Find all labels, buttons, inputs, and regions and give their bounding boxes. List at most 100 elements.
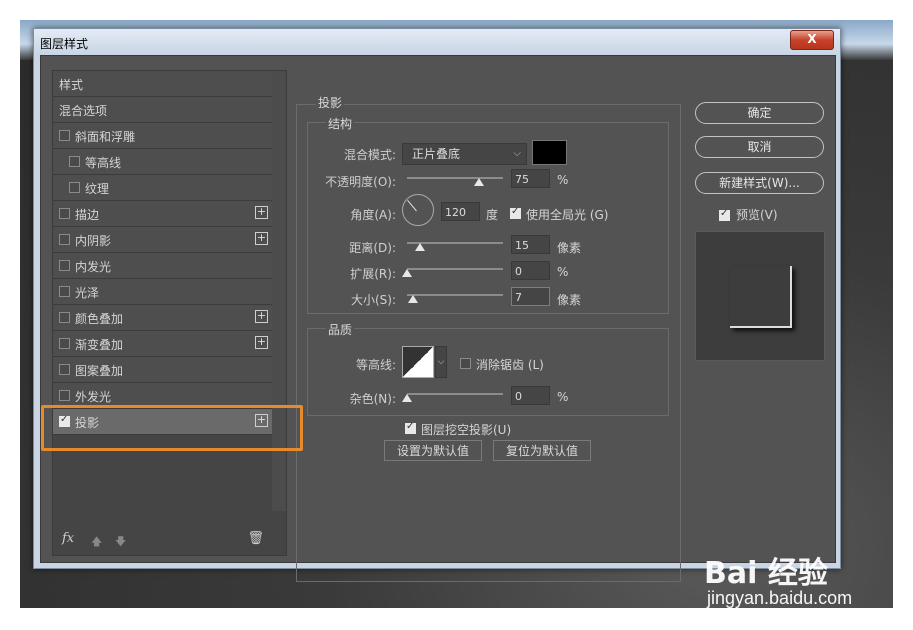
ok-button[interactable]: 确定 (695, 102, 824, 124)
preview-thumbnail (695, 231, 825, 361)
window-title: 图层样式 (40, 37, 89, 51)
add-effect-icon[interactable]: + (255, 232, 268, 245)
style-item-0[interactable]: 样式 (53, 71, 272, 97)
spread-input[interactable]: 0 (511, 261, 550, 280)
style-item-label: 渐变叠加 (75, 338, 124, 352)
add-effect-icon[interactable]: + (255, 336, 268, 349)
anti-alias-label: 消除锯齿 (L) (476, 358, 544, 372)
style-item-label: 斜面和浮雕 (75, 130, 136, 144)
new-style-button[interactable]: 新建样式(W)... (695, 172, 824, 194)
spread-slider-track[interactable] (407, 268, 503, 270)
selection-highlight (41, 405, 303, 451)
style-item-checkbox[interactable] (59, 312, 70, 323)
style-item-1[interactable]: 混合选项 (53, 97, 272, 123)
style-item-5[interactable]: 描边 + (53, 201, 272, 227)
distance-slider-thumb[interactable] (415, 243, 425, 251)
size-label: 大小(S): (350, 293, 396, 307)
distance-input[interactable]: 15 (511, 235, 550, 254)
style-item-checkbox[interactable] (69, 182, 80, 193)
style-item-3[interactable]: 等高线 (53, 149, 272, 175)
style-item-10[interactable]: 渐变叠加 + (53, 331, 272, 357)
style-item-checkbox[interactable] (69, 156, 80, 167)
preview-checkbox[interactable] (719, 208, 730, 221)
style-item-6[interactable]: 内阴影 + (53, 227, 272, 253)
knockout-checkbox[interactable] (405, 421, 416, 434)
opacity-unit: % (557, 173, 569, 187)
add-effect-icon[interactable]: + (255, 206, 268, 219)
style-item-2[interactable]: 斜面和浮雕 (53, 123, 272, 149)
style-item-checkbox[interactable] (59, 208, 70, 219)
contour-dropdown[interactable]: ⌵ (435, 346, 447, 378)
fx-icon[interactable]: fx (62, 531, 74, 546)
style-item-checkbox[interactable] (59, 234, 70, 245)
dialog-body: 样式 混合选项斜面和浮雕等高线纹理描边 + 内阴影 + 内发光光泽颜色叠加 + 渐变叠加 + 图案… (40, 55, 836, 582)
opacity-input[interactable]: 75 (511, 169, 550, 188)
global-light-label: 使用全局光 (G) (526, 208, 609, 222)
angle-input[interactable]: 120 (441, 202, 480, 221)
structure-title: 结构 (326, 115, 355, 132)
angle-dial[interactable] (402, 194, 434, 226)
style-item-11[interactable]: 图案叠加 (53, 357, 272, 383)
style-item-label: 内发光 (75, 260, 112, 274)
global-light-checkbox[interactable] (510, 206, 521, 219)
cancel-button[interactable]: 取消 (695, 136, 824, 158)
move-up-icon[interactable]: 🡅 (91, 533, 102, 552)
noise-unit: % (557, 390, 569, 404)
spread-unit: % (557, 265, 569, 279)
style-item-label: 光泽 (75, 286, 100, 300)
baidu-url: jingyan.baidu.com (707, 588, 853, 608)
preview-label: 预览(V) (736, 208, 778, 222)
style-item-label: 内阴影 (75, 234, 112, 248)
close-button[interactable]: X (790, 30, 834, 50)
opacity-slider-thumb[interactable] (474, 178, 484, 186)
style-item-checkbox[interactable] (59, 338, 70, 349)
style-item-label: 纹理 (85, 182, 110, 196)
opacity-label: 不透明度(O): (325, 175, 396, 189)
distance-unit: 像素 (557, 241, 582, 255)
style-item-checkbox[interactable] (59, 286, 70, 297)
title-bar[interactable]: 图层样式 X (34, 29, 840, 55)
quality-title: 品质 (326, 321, 355, 338)
style-item-8[interactable]: 光泽 (53, 279, 272, 305)
style-item-label: 图案叠加 (75, 364, 124, 378)
noise-slider-track[interactable] (407, 393, 503, 395)
add-effect-icon[interactable]: + (255, 310, 268, 323)
style-item-7[interactable]: 内发光 (53, 253, 272, 279)
opacity-slider-track[interactable] (407, 177, 503, 179)
style-item-checkbox[interactable] (59, 390, 70, 401)
noise-slider-thumb[interactable] (402, 394, 412, 402)
style-list-footer: fx 🡅 🡇 🗑 (53, 525, 272, 555)
spread-slider-thumb[interactable] (402, 269, 412, 277)
style-item-label: 颜色叠加 (75, 312, 124, 326)
style-item-4[interactable]: 纹理 (53, 175, 272, 201)
reset-default-button[interactable]: 复位为默认值 (493, 440, 591, 461)
contour-label: 等高线: (355, 358, 396, 372)
size-input[interactable]: 7 (511, 287, 550, 306)
blend-mode-value: 正片叠底 (412, 147, 461, 161)
angle-dial-hand (407, 199, 417, 212)
knockout-label: 图层挖空投影(U) (421, 423, 512, 437)
style-item-9[interactable]: 颜色叠加 + (53, 305, 272, 331)
blend-mode-select[interactable]: 正片叠底 ⌵ (402, 143, 527, 165)
contour-picker[interactable] (402, 346, 434, 378)
baidu-logo: Bai 经验 (704, 556, 828, 591)
style-item-checkbox[interactable] (59, 130, 70, 141)
noise-input[interactable]: 0 (511, 386, 550, 405)
blend-mode-label: 混合模式: (343, 148, 396, 162)
shadow-color-swatch[interactable] (532, 140, 567, 165)
style-item-checkbox[interactable] (59, 364, 70, 375)
trash-icon[interactable]: 🗑 (247, 531, 264, 546)
chevron-down-icon: ⌵ (513, 148, 521, 159)
style-list-panel: 样式 混合选项斜面和浮雕等高线纹理描边 + 内阴影 + 内发光光泽颜色叠加 + 渐变叠加 + 图案… (52, 70, 287, 556)
size-slider-track[interactable] (407, 294, 503, 296)
style-item-checkbox[interactable] (59, 260, 70, 271)
anti-alias-checkbox[interactable] (460, 358, 471, 369)
style-item-label: 外发光 (75, 390, 112, 404)
move-down-icon[interactable]: 🡇 (115, 533, 126, 552)
style-item-label: 描边 (75, 208, 100, 222)
noise-label: 杂色(N): (349, 392, 396, 406)
angle-label: 角度(A): (350, 208, 396, 222)
make-default-button[interactable]: 设置为默认值 (384, 440, 482, 461)
distance-label: 距离(D): (349, 241, 396, 255)
size-slider-thumb[interactable] (408, 295, 418, 303)
